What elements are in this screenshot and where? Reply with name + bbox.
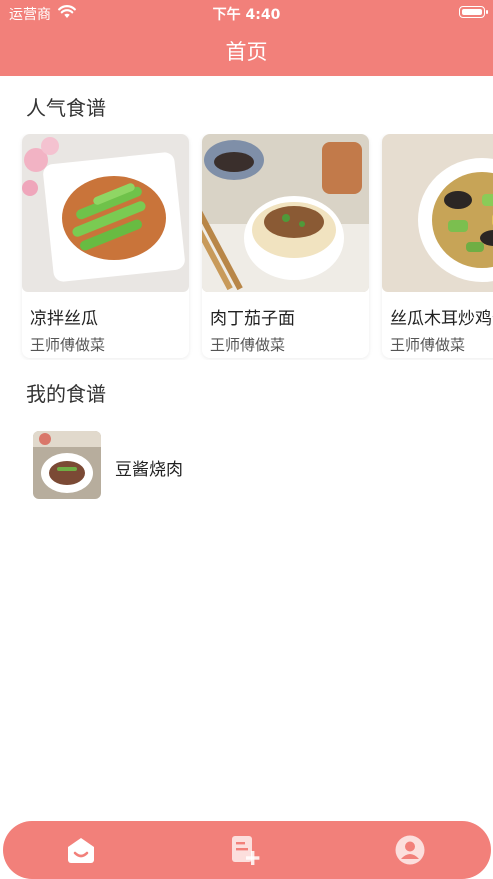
recipe-author: 王师傅做菜 — [210, 336, 286, 354]
status-bar: 运营商 下午 4:40 — [0, 0, 493, 26]
recipe-name: 肉丁茄子面 — [210, 309, 295, 329]
my-recipe-image — [33, 431, 101, 499]
recipe-card[interactable]: 凉拌丝瓜 王师傅做菜 — [22, 134, 189, 358]
recipe-image — [22, 134, 189, 292]
recipe-image — [202, 134, 369, 292]
recipe-author: 王师傅做菜 — [390, 336, 466, 354]
recipe-author: 王师傅做菜 — [30, 336, 106, 354]
recipe-image — [382, 134, 493, 292]
user-icon — [395, 835, 425, 865]
add-recipe-icon — [232, 836, 260, 865]
tab-home[interactable] — [65, 834, 97, 866]
clock-time: 下午 4:40 — [212, 7, 281, 23]
bottom-tab-bar — [3, 821, 491, 879]
popular-section-title: 人气食谱 — [26, 96, 106, 120]
recipe-card[interactable]: 肉丁茄子面 王师傅做菜 — [202, 134, 369, 358]
recipe-card[interactable]: 丝瓜木耳炒鸡蛋 王师傅做菜 — [382, 134, 493, 358]
recipe-name: 丝瓜木耳炒鸡蛋 — [390, 309, 493, 329]
tab-profile[interactable] — [394, 834, 426, 866]
popular-recipe-list[interactable]: 凉拌丝瓜 王师傅做菜 肉丁茄子面 王师傅做菜 丝瓜木耳炒鸡 王师傅做菜 — [0, 134, 493, 360]
header-bar: 运营商 下午 4:40 首页 — [0, 0, 493, 76]
my-recipe-item[interactable]: 豆酱烧肉 — [33, 431, 453, 501]
recipe-name: 凉拌丝瓜 — [30, 309, 98, 329]
page-title: 首页 — [225, 40, 268, 64]
home-icon — [68, 838, 94, 863]
tab-add-recipe[interactable] — [229, 834, 261, 866]
my-recipe-name: 豆酱烧肉 — [115, 460, 183, 480]
my-recipes-section-title: 我的食谱 — [26, 382, 106, 406]
battery-icon — [459, 6, 488, 18]
